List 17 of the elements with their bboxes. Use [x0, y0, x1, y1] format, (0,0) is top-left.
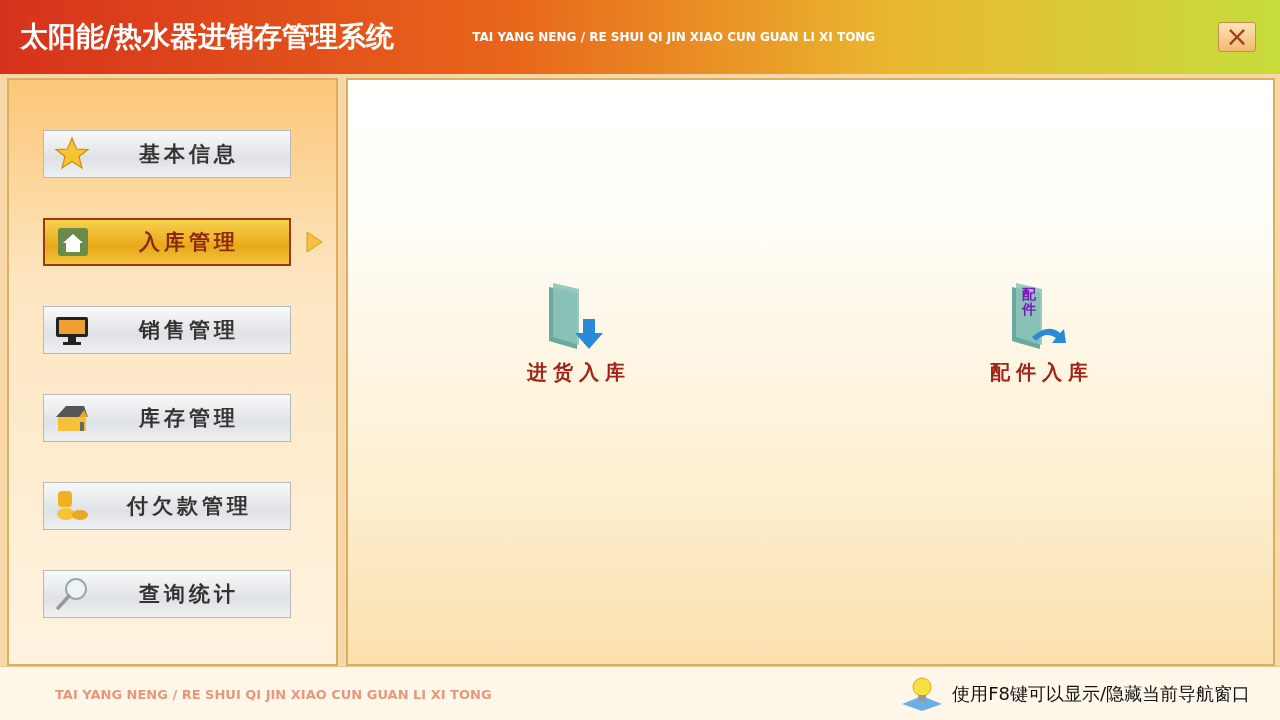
magnifier-icon	[54, 576, 90, 612]
footer-brand: TAI YANG NENG / RE SHUI QI JIN XIAO CUN GUAN LI XI TONG	[55, 686, 493, 702]
sidebar-item[interactable]: 入库管理	[43, 218, 291, 266]
sidebar-item[interactable]: 库存管理	[43, 394, 291, 442]
sidebar-item[interactable]: 销售管理	[43, 306, 291, 354]
window-title: 太阳能/热水器进销存管理系统	[20, 19, 395, 55]
sidebar-item[interactable]: 付欠款管理	[43, 482, 291, 530]
action-button[interactable]: 配件 配件入库	[983, 277, 1100, 387]
status-hint: 使用F8键可以显示/隐藏当前导航窗口	[952, 682, 1250, 706]
pointer-triangle-icon	[305, 231, 323, 253]
sidebar-item[interactable]: 查询统计	[43, 570, 291, 618]
sidebar-item[interactable]: 基本信息	[43, 130, 291, 178]
action-button[interactable]: 进货入库	[521, 277, 638, 387]
window-subtitle: TAI YANG NENG / RE SHUI QI JIN XIAO CUN GUAN LI XI TONG	[472, 30, 877, 44]
star-icon	[54, 136, 90, 172]
icon-label: 配件	[1021, 286, 1036, 318]
close-button[interactable]: ×	[1218, 22, 1256, 52]
